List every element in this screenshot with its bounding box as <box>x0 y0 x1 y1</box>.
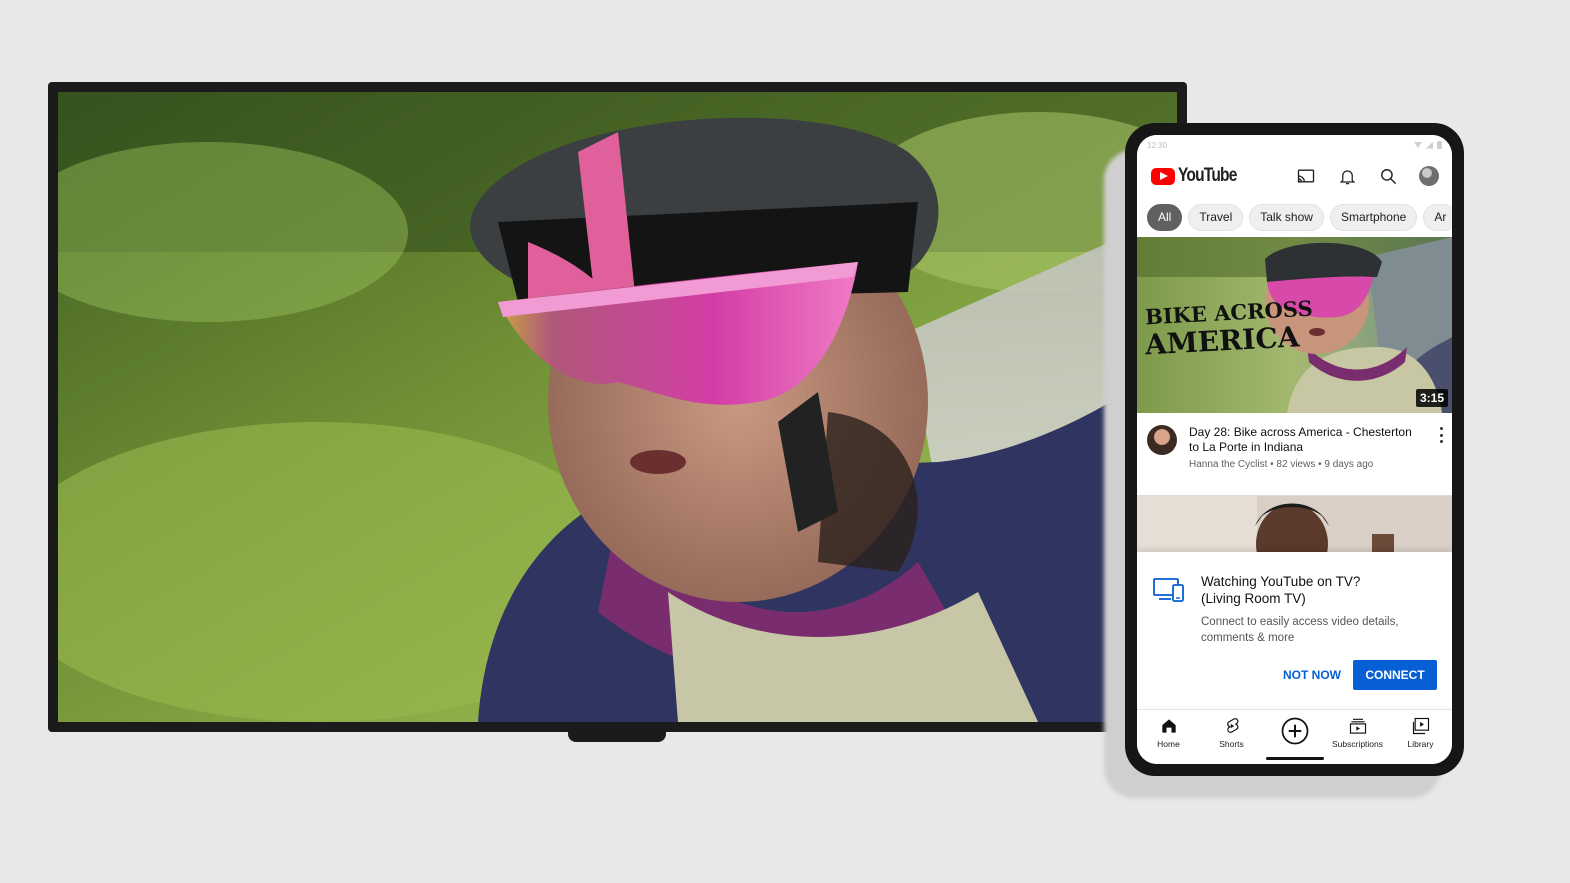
app-header: YouTube <box>1137 155 1452 197</box>
cyclist-video-frame <box>58 92 1177 722</box>
status-bar: 12:30 <box>1137 135 1452 155</box>
nav-create[interactable] <box>1265 716 1325 746</box>
wifi-icon <box>1414 142 1422 148</box>
video-duration-badge: 3:15 <box>1415 389 1448 407</box>
nav-home[interactable]: Home <box>1139 716 1199 749</box>
video-title[interactable]: Day 28: Bike across America - Chesterton… <box>1189 425 1425 455</box>
dialog-title-line1: Watching YouTube on TV? <box>1201 574 1361 589</box>
nav-library[interactable]: Library <box>1391 716 1451 749</box>
subscriptions-icon <box>1349 718 1366 734</box>
tv-device-icon <box>1153 578 1184 602</box>
channel-avatar[interactable] <box>1147 425 1177 455</box>
home-indicator[interactable] <box>1266 757 1324 760</box>
nav-library-label: Library <box>1407 739 1434 749</box>
chip-talk-show[interactable]: Talk show <box>1249 203 1324 231</box>
home-icon <box>1161 719 1176 733</box>
bottom-navigation: Home Shorts Subscriptions Library <box>1137 709 1452 764</box>
video-thumbnail[interactable]: BIKE ACROSS AMERICA 3:15 <box>1137 237 1452 413</box>
youtube-logo[interactable]: YouTube <box>1151 165 1249 187</box>
bell-icon[interactable] <box>1336 165 1358 187</box>
logo-text: YouTube <box>1178 165 1237 186</box>
video-details[interactable]: Day 28: Bike across America - Chesterton… <box>1137 413 1452 495</box>
youtube-play-icon <box>1151 167 1175 185</box>
chip-all[interactable]: All <box>1147 203 1183 231</box>
chip-more[interactable]: Ar <box>1423 203 1452 231</box>
dialog-title-line2: (Living Room TV) <box>1201 591 1306 606</box>
dialog-title: Watching YouTube on TV? (Living Room TV) <box>1201 573 1431 607</box>
connect-tv-dialog: Watching YouTube on TV? (Living Room TV)… <box>1137 552 1452 707</box>
battery-icon <box>1437 141 1442 149</box>
cast-icon[interactable] <box>1295 165 1317 187</box>
signal-icon <box>1426 141 1433 149</box>
account-avatar[interactable] <box>1418 165 1440 187</box>
next-video-thumbnail[interactable] <box>1137 495 1452 555</box>
tv-stand <box>568 728 666 742</box>
dialog-body: Connect to easily access video details, … <box>1201 616 1399 644</box>
nav-subscriptions[interactable]: Subscriptions <box>1328 716 1388 749</box>
status-time: 12:30 <box>1147 140 1168 150</box>
library-icon <box>1412 717 1429 735</box>
chip-travel[interactable]: Travel <box>1188 203 1244 231</box>
chip-smartphone[interactable]: Smartphone <box>1329 203 1418 231</box>
shorts-icon <box>1226 718 1238 733</box>
category-chips: All Travel Talk show Smartphone Ar <box>1137 197 1452 237</box>
video-subtitle: Hanna the Cyclist • 82 views • 9 days ag… <box>1189 459 1374 470</box>
create-plus-icon <box>1281 717 1308 745</box>
connect-button[interactable]: CONNECT <box>1353 660 1437 690</box>
thumbnail-title-line2: AMERICA <box>1144 320 1301 362</box>
tv-video-player[interactable] <box>58 92 1177 722</box>
youtube-app-screen: 12:30 YouTube All Travel Talk show Smart… <box>1137 135 1452 764</box>
nav-shorts-label: Shorts <box>1219 739 1244 749</box>
not-now-button[interactable]: NOT NOW <box>1277 660 1347 690</box>
search-icon[interactable] <box>1377 165 1399 187</box>
next-thumbnail-image <box>1137 496 1452 555</box>
nav-shorts[interactable]: Shorts <box>1202 716 1262 749</box>
nav-home-label: Home <box>1157 739 1180 749</box>
nav-subscriptions-label: Subscriptions <box>1331 739 1384 749</box>
more-options-icon[interactable] <box>1438 427 1444 443</box>
tablet-device: 12:30 YouTube All Travel Talk show Smart… <box>1125 123 1464 776</box>
television <box>48 82 1187 732</box>
